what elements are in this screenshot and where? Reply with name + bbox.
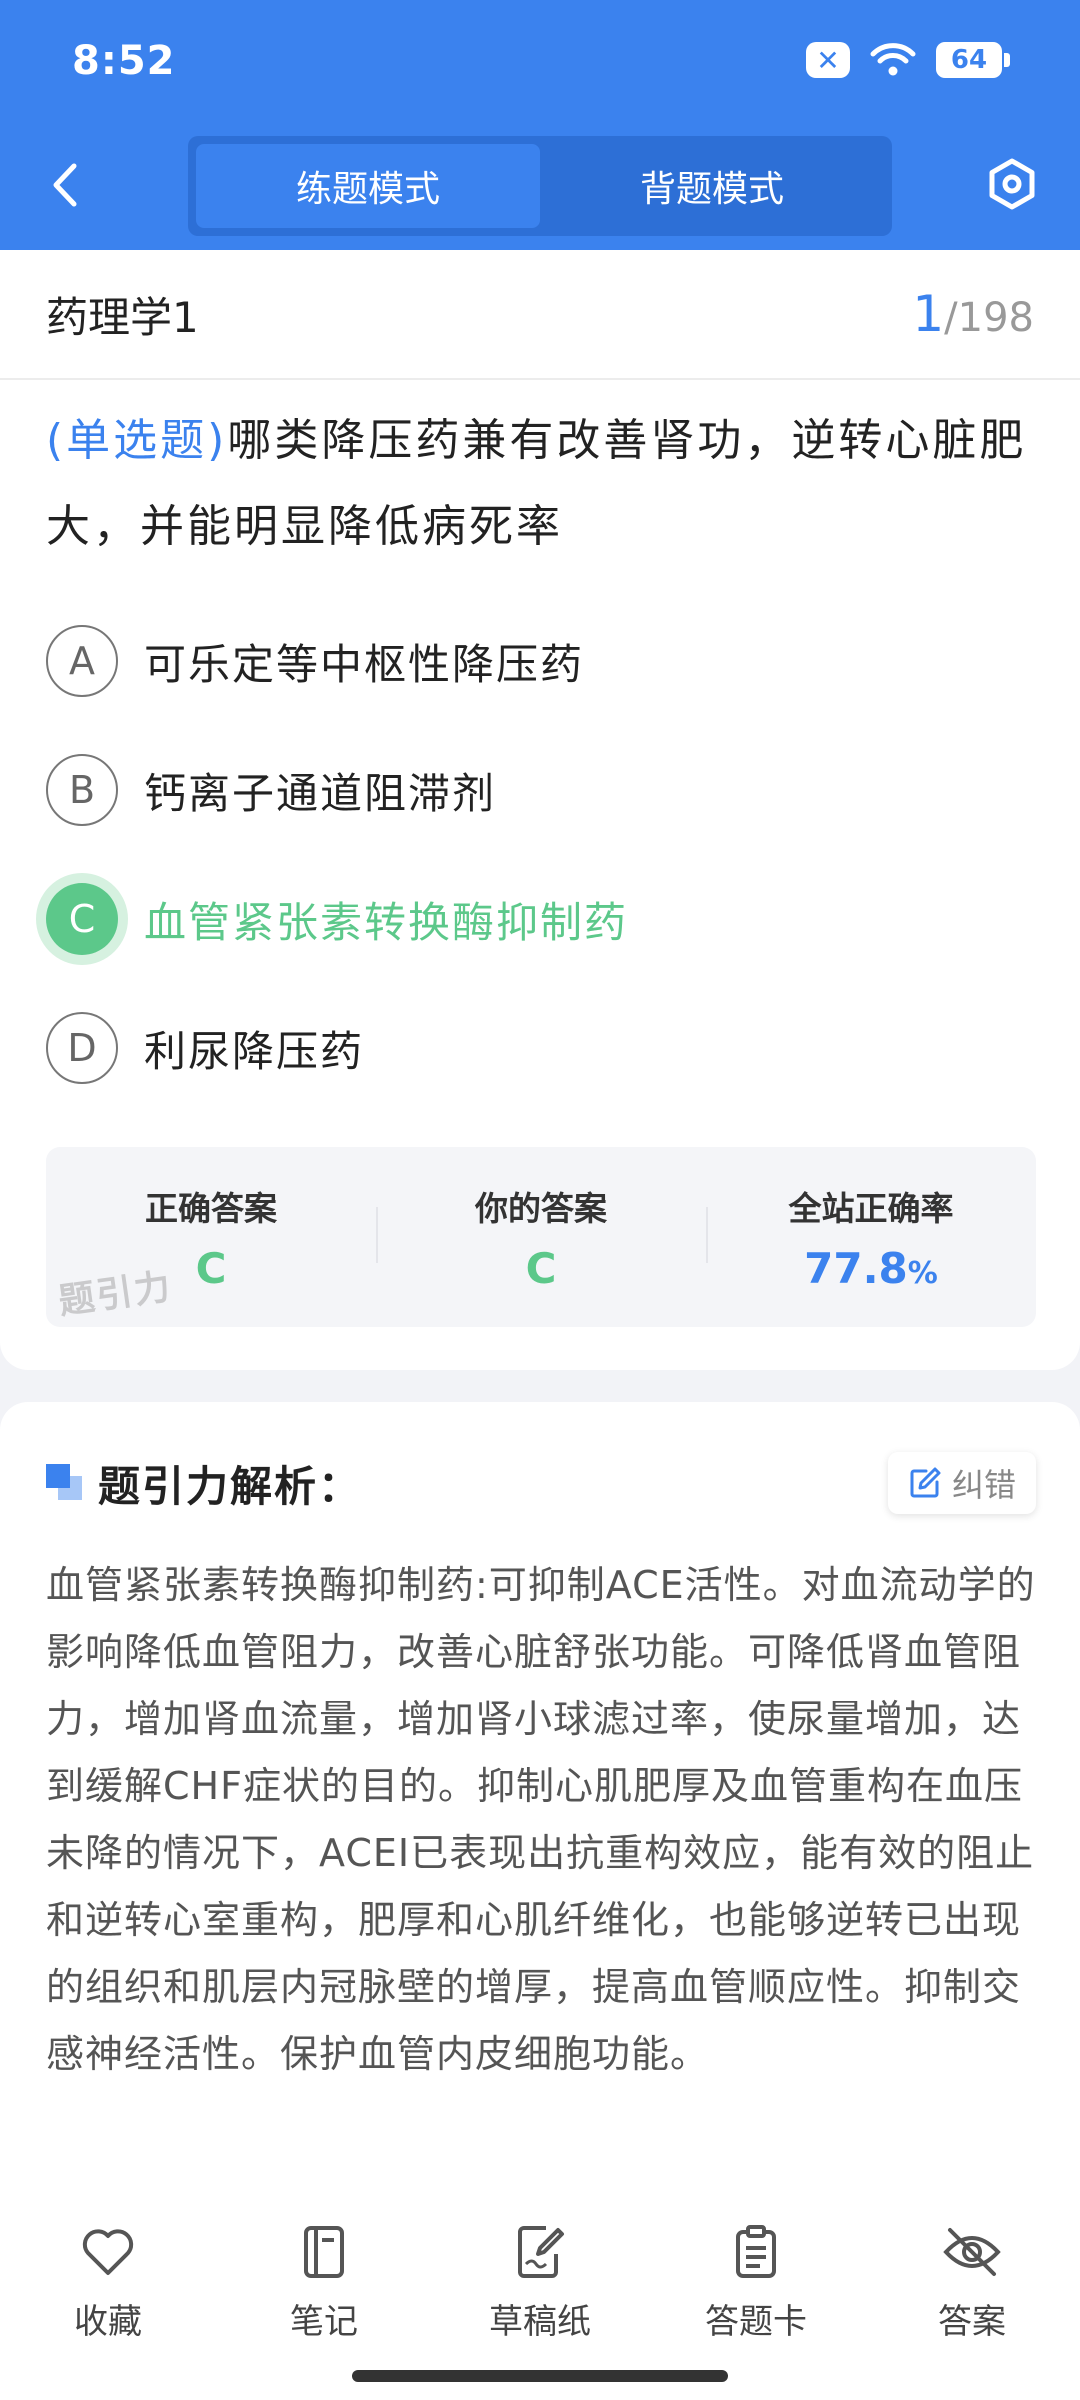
home-indicator[interactable] <box>352 2370 728 2382</box>
eye-off-icon <box>942 2222 1002 2282</box>
your-answer-value: C <box>525 1243 557 1293</box>
progress-current: 1 <box>912 285 945 343</box>
answer-summary: 正确答案 C 你的答案 C 全站正确率 77.8% 题引力 <box>46 1147 1036 1327</box>
question-type: (单选题) <box>46 415 228 466</box>
question-card: 药理学1 1/198 (单选题)哪类降压药兼有改善肾功，逆转心脏肥大，并能明显降… <box>0 250 1080 1370</box>
option-d[interactable]: D 利尿降压药 <box>46 1010 1036 1086</box>
edit-icon <box>910 1467 941 1498</box>
chevron-left-icon <box>53 163 77 207</box>
hexagon-settings-icon <box>989 158 1035 210</box>
analysis-card: 题引力解析： 纠错 血管紧张素转换酶抑制药:可抑制ACE活性。对血流动学的影响降… <box>0 1402 1080 2192</box>
option-c[interactable]: C 血管紧张素转换酶抑制药 <box>46 881 1036 957</box>
nav-answer[interactable]: 答案 <box>892 2222 1052 2343</box>
accuracy-unit: % <box>907 1255 938 1291</box>
mode-switch: 练题模式 背题模式 <box>188 136 892 236</box>
accuracy-col: 全站正确率 77.8% <box>706 1147 1036 1327</box>
nav-answer-card-label: 答题卡 <box>705 2302 807 2342</box>
notification-x-icon: ✕ <box>806 42 850 78</box>
option-text: 利尿降压药 <box>144 1026 365 1076</box>
option-b[interactable]: B 钙离子通道阻滞剂 <box>46 752 1036 828</box>
question-progress: 1/198 <box>912 285 1034 343</box>
nav-notes[interactable]: 笔记 <box>244 2222 404 2343</box>
accuracy-number: 77.8 <box>804 1243 908 1293</box>
nav-answer-label: 答案 <box>938 2302 1006 2342</box>
notebook-icon <box>294 2222 354 2282</box>
option-letter: B <box>46 754 118 826</box>
accuracy-value: 77.8% <box>804 1244 938 1293</box>
bottom-nav: 收藏 笔记 草稿纸 答题卡 答案 <box>0 2192 1080 2400</box>
analysis-text: 血管紧张素转换酶抑制药:可抑制ACE活性。对血流动学的影响降低血管阻力，改善心脏… <box>46 1563 1036 2076</box>
question-text: (单选题)哪类降压药兼有改善肾功，逆转心脏肥大，并能明显降低病死率 <box>46 398 1036 570</box>
option-text: 可乐定等中枢性降压药 <box>144 639 585 689</box>
nav-favorite-label: 收藏 <box>74 2302 142 2342</box>
nav-notes-label: 笔记 <box>290 2302 358 2342</box>
nav-draft-paper[interactable]: 草稿纸 <box>460 2222 620 2343</box>
draft-paper-icon <box>510 2222 570 2282</box>
back-button[interactable] <box>40 150 90 220</box>
analysis-title: 题引力解析： <box>98 1461 363 1511</box>
progress-total: /198 <box>944 295 1034 341</box>
report-error-button[interactable]: 纠错 <box>887 1452 1036 1514</box>
option-letter: C <box>46 883 118 955</box>
status-icons: ✕ 64 <box>806 42 1010 78</box>
tab-practice-mode[interactable]: 练题模式 <box>196 144 540 228</box>
option-letter: A <box>46 625 118 697</box>
your-answer-col: 你的答案 C <box>376 1147 706 1327</box>
option-a[interactable]: A 可乐定等中枢性降压药 <box>46 623 1036 699</box>
report-error-label: 纠错 <box>951 1466 1016 1504</box>
nav-answer-card[interactable]: 答题卡 <box>676 2222 836 2343</box>
battery-icon: 64 <box>936 42 1010 78</box>
your-answer-label: 你的答案 <box>475 1188 607 1228</box>
subject-title: 药理学1 <box>46 292 199 342</box>
heart-icon <box>78 2222 138 2282</box>
answer-card-icon <box>726 2222 786 2282</box>
wifi-icon <box>870 43 916 76</box>
top-bar: 8:52 ✕ 64 练题模式 背题模式 <box>0 0 1080 250</box>
option-letter: D <box>46 1012 118 1084</box>
status-time: 8:52 <box>72 38 176 84</box>
correct-answer-value: C <box>195 1243 227 1293</box>
option-text: 钙离子通道阻滞剂 <box>144 768 497 818</box>
nav-favorite[interactable]: 收藏 <box>28 2222 188 2343</box>
settings-button[interactable] <box>982 152 1042 216</box>
tab-recite-mode[interactable]: 背题模式 <box>540 144 884 228</box>
analysis-header: 题引力解析： 纠错 <box>46 1448 1036 1518</box>
correct-answer-label: 正确答案 <box>145 1188 277 1228</box>
option-text: 血管紧张素转换酶抑制药 <box>144 897 629 947</box>
subject-row: 药理学1 1/198 <box>0 250 1080 380</box>
accuracy-label: 全站正确率 <box>788 1188 954 1228</box>
nav-draft-paper-label: 草稿纸 <box>489 2302 591 2342</box>
analysis-squares-icon <box>46 1464 84 1502</box>
